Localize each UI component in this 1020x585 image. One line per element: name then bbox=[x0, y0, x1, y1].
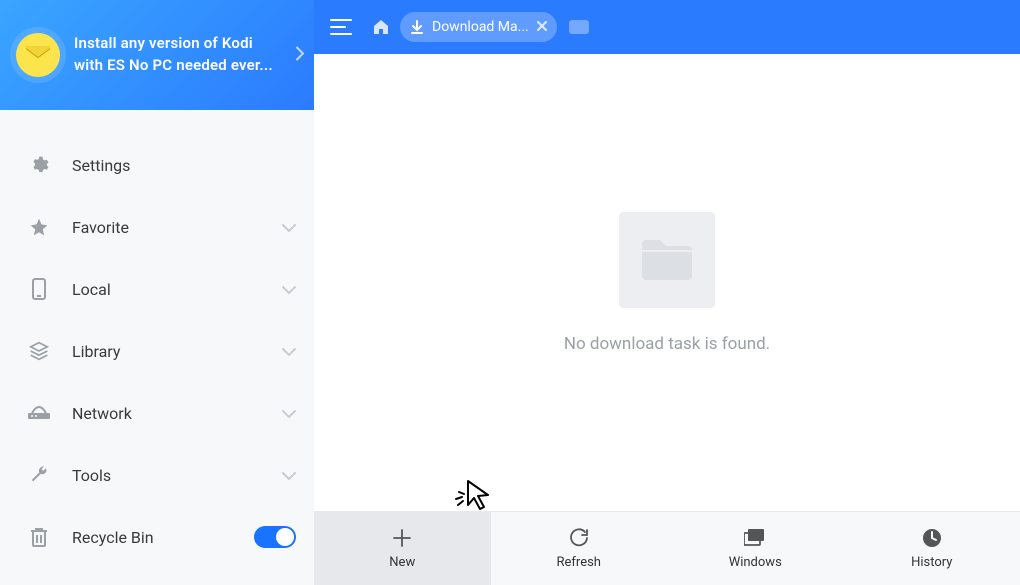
chevron-right-icon bbox=[296, 46, 304, 65]
sidebar-item-network[interactable]: Network bbox=[0, 382, 314, 444]
chevron-down-icon bbox=[282, 404, 296, 423]
bottom-history-button[interactable]: History bbox=[844, 512, 1020, 585]
sidebar-label-library: Library bbox=[72, 342, 282, 361]
top-bar: Download Ma... bbox=[314, 0, 1020, 54]
bottom-windows-button[interactable]: Windows bbox=[667, 512, 844, 585]
sidebar-label-tools: Tools bbox=[72, 466, 282, 485]
star-icon bbox=[28, 216, 50, 238]
hamburger-icon[interactable] bbox=[324, 10, 358, 44]
sidebar-item-library[interactable]: Library bbox=[0, 320, 314, 382]
wrench-icon bbox=[28, 464, 50, 486]
clock-icon bbox=[921, 527, 943, 549]
sidebar-label-settings: Settings bbox=[72, 156, 296, 175]
plus-icon bbox=[391, 527, 413, 549]
layers-icon bbox=[28, 340, 50, 362]
promo-line-2: with ES No PC needed ever... bbox=[74, 55, 273, 77]
windows-icon bbox=[744, 527, 766, 549]
trash-icon bbox=[28, 526, 50, 548]
new-tab-button[interactable] bbox=[569, 20, 589, 34]
gear-icon bbox=[28, 154, 50, 176]
tab-label: Download Ma... bbox=[432, 19, 529, 35]
sidebar-item-favorite[interactable]: Favorite bbox=[0, 196, 314, 258]
bottom-new-button[interactable]: New bbox=[314, 512, 491, 585]
main-panel: Download Ma... No download task is found… bbox=[314, 0, 1020, 585]
chevron-down-icon bbox=[282, 218, 296, 237]
folder-icon bbox=[619, 212, 715, 308]
sidebar-menu: Settings Favorite Local bbox=[0, 110, 314, 585]
promo-line-1: Install any version of Kodi bbox=[74, 33, 273, 55]
sidebar-label-favorite: Favorite bbox=[72, 218, 282, 237]
recycle-toggle[interactable] bbox=[254, 526, 296, 548]
promo-text: Install any version of Kodi with ES No P… bbox=[74, 33, 273, 77]
network-icon bbox=[28, 402, 50, 424]
home-icon[interactable] bbox=[368, 14, 394, 40]
sidebar-label-network: Network bbox=[72, 404, 282, 423]
phone-icon bbox=[28, 278, 50, 300]
sidebar-item-recycle-bin[interactable]: Recycle Bin bbox=[0, 506, 314, 568]
bottom-label-history: History bbox=[911, 555, 952, 570]
bottom-refresh-button[interactable]: Refresh bbox=[491, 512, 668, 585]
content-area: No download task is found. bbox=[314, 54, 1020, 511]
sidebar-label-recycle: Recycle Bin bbox=[72, 528, 254, 547]
sidebar-item-settings[interactable]: Settings bbox=[0, 134, 314, 196]
sidebar-label-local: Local bbox=[72, 280, 282, 299]
sidebar-item-tools[interactable]: Tools bbox=[0, 444, 314, 506]
tab-download-manager[interactable]: Download Ma... bbox=[400, 12, 557, 42]
refresh-icon bbox=[568, 527, 590, 549]
promo-banner[interactable]: Install any version of Kodi with ES No P… bbox=[0, 0, 314, 110]
close-icon[interactable] bbox=[537, 19, 547, 35]
download-icon bbox=[410, 20, 424, 34]
app-root: Install any version of Kodi with ES No P… bbox=[0, 0, 1020, 585]
chevron-down-icon bbox=[282, 342, 296, 361]
mail-icon bbox=[16, 33, 60, 77]
bottom-label-refresh: Refresh bbox=[557, 555, 601, 570]
sidebar: Install any version of Kodi with ES No P… bbox=[0, 0, 314, 585]
sidebar-item-local[interactable]: Local bbox=[0, 258, 314, 320]
tab-group: Download Ma... bbox=[368, 12, 589, 42]
chevron-down-icon bbox=[282, 466, 296, 485]
empty-state-text: No download task is found. bbox=[564, 334, 770, 354]
bottom-label-new: New bbox=[389, 555, 415, 570]
chevron-down-icon bbox=[282, 280, 296, 299]
bottom-label-windows: Windows bbox=[729, 555, 782, 570]
bottom-bar: New Refresh Windows History bbox=[314, 511, 1020, 585]
